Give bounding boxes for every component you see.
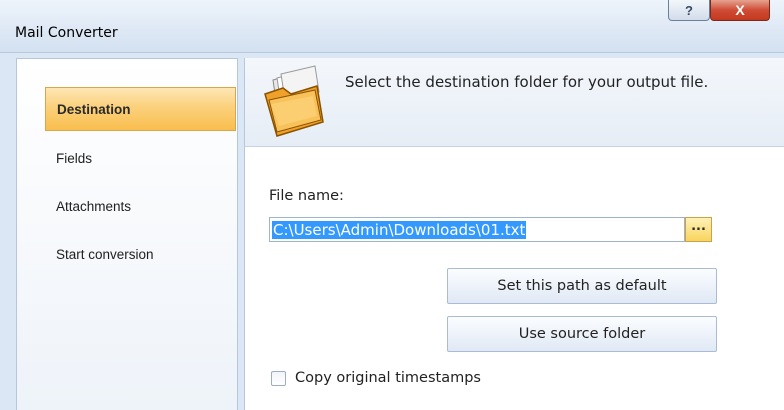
sidebar-item-destination[interactable]: Destination: [45, 87, 236, 131]
sidebar-item-label: Fields: [56, 150, 93, 166]
window-title: Mail Converter: [15, 25, 118, 41]
file-name-label: File name:: [269, 188, 344, 204]
title-bar[interactable]: Mail Converter ? X: [0, 0, 784, 53]
use-source-folder-button[interactable]: Use source folder: [447, 316, 717, 352]
sidebar-item-label: Destination: [57, 101, 131, 117]
sidebar-item-label: Attachments: [56, 198, 132, 214]
help-button[interactable]: ?: [668, 0, 710, 21]
folder-icon: [261, 60, 327, 138]
file-name-value: C:\Users\Admin\Downloads\01.txt: [272, 221, 527, 239]
sidebar-item-label: Start conversion: [56, 246, 154, 262]
set-default-path-button[interactable]: Set this path as default: [447, 268, 717, 304]
copy-timestamps-row[interactable]: Copy original timestamps: [271, 370, 481, 386]
content-panel: Select the destination folder for your o…: [244, 58, 784, 410]
copy-timestamps-checkbox[interactable]: [271, 370, 286, 386]
sidebar-item-attachments[interactable]: Attachments: [28, 184, 235, 228]
header-description: Select the destination folder for your o…: [345, 73, 709, 91]
sidebar-item-fields[interactable]: Fields: [28, 136, 235, 180]
close-button[interactable]: X: [710, 0, 770, 21]
sidebar-item-start-conversion[interactable]: Start conversion: [28, 232, 235, 276]
copy-timestamps-label[interactable]: Copy original timestamps: [295, 370, 481, 386]
file-name-input[interactable]: C:\Users\Admin\Downloads\01.txt: [269, 217, 685, 242]
content-header: Select the destination folder for your o…: [245, 58, 784, 147]
window-frame: [0, 53, 14, 410]
browse-button[interactable]: ...: [685, 217, 712, 242]
